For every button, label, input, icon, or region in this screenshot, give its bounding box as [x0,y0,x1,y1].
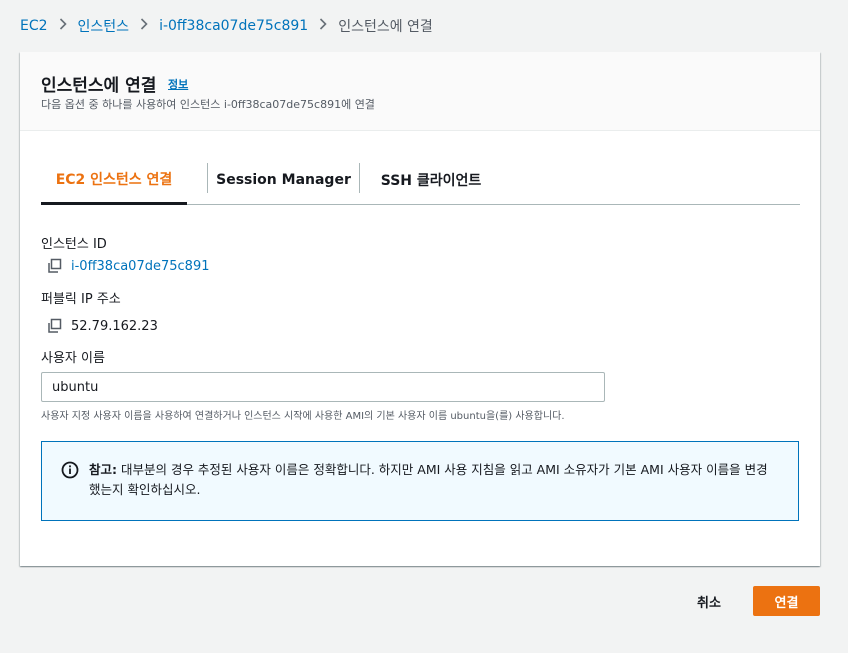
alert-body: 대부분의 경우 추정된 사용자 이름은 정확합니다. 하지만 AMI 사용 지침… [89,462,768,497]
instance-id-label: 인스턴스 ID [41,237,107,252]
chevron-right-icon [308,18,338,34]
connect-panel: 인스턴스에 연결 정보 다음 옵션 중 하나를 사용하여 인스턴스 i-0ff3… [20,52,820,566]
alert-title: 참고: [89,462,117,477]
breadcrumb: EC2 인스턴스 i-0ff38ca07de75c891 인스턴스에 연결 [20,16,433,36]
panel-header: 인스턴스에 연결 정보 다음 옵션 중 하나를 사용하여 인스턴스 i-0ff3… [20,52,820,131]
username-input[interactable] [41,372,605,402]
panel-title: 인스턴스에 연결 [41,76,157,96]
panel-description: 다음 옵션 중 하나를 사용하여 인스턴스 i-0ff38ca07de75c89… [41,98,375,111]
cancel-button[interactable]: 취소 [674,586,744,616]
tab-ssh-client[interactable]: SSH 클라이언트 [360,155,502,205]
breadcrumb-instances[interactable]: 인스턴스 [78,16,130,36]
alert-text: 참고: 대부분의 경우 추정된 사용자 이름은 정확합니다. 하지만 AMI 사… [89,460,779,500]
breadcrumb-ec2[interactable]: EC2 [20,18,48,34]
public-ip-label: 퍼블릭 IP 주소 [41,292,121,307]
public-ip-value: 52.79.162.23 [71,318,158,334]
info-link[interactable]: 정보 [168,76,188,92]
instance-id-row: i-0ff38ca07de75c891 [47,258,209,274]
chevron-right-icon [48,18,78,34]
username-hint: 사용자 지정 사용자 이름을 사용하여 연결하거나 인스턴스 시작에 사용한 A… [41,411,565,422]
copy-icon[interactable] [47,318,63,334]
chevron-right-icon [129,18,159,34]
tab-ec2-instance-connect[interactable]: EC2 인스턴스 연결 [41,155,187,205]
tab-session-manager[interactable]: Session Manager [208,155,359,205]
connect-button[interactable]: 연결 [753,586,820,616]
info-alert: 참고: 대부분의 경우 추정된 사용자 이름은 정확합니다. 하지만 AMI 사… [41,441,799,521]
info-circle-icon [61,461,79,479]
connection-tabs: EC2 인스턴스 연결 Session Manager SSH 클라이언트 [41,155,800,205]
breadcrumb-current: 인스턴스에 연결 [338,19,433,35]
breadcrumb-instance-id[interactable]: i-0ff38ca07de75c891 [159,18,308,34]
public-ip-row: 52.79.162.23 [47,318,158,334]
username-label: 사용자 이름 [41,351,105,366]
instance-id-link[interactable]: i-0ff38ca07de75c891 [71,259,209,274]
copy-icon[interactable] [47,258,63,274]
